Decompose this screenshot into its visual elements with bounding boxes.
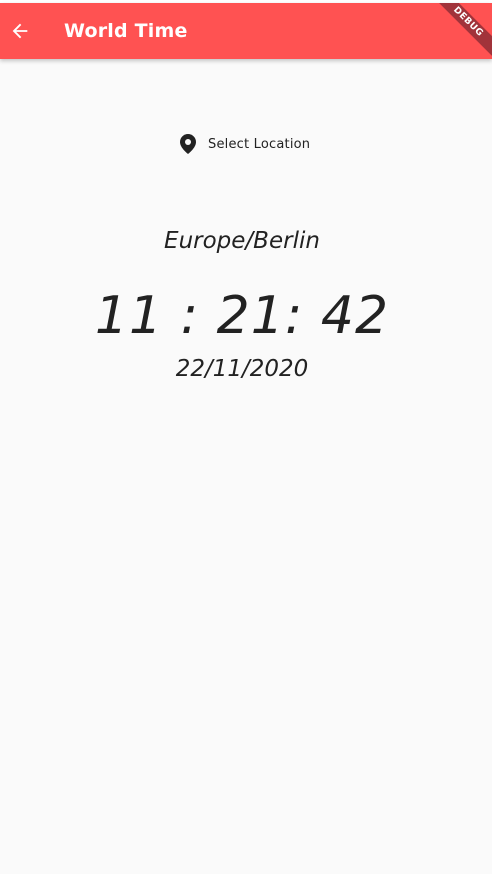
app-bar-title: World Time	[64, 20, 188, 42]
arrow-back-icon	[9, 20, 31, 42]
location-pin-icon	[180, 134, 208, 154]
time-display: 11 : 21: 42	[94, 286, 390, 346]
location-name: Europe/Berlin	[164, 228, 320, 254]
app-bar: World Time	[0, 3, 492, 59]
select-location-label: Select Location	[208, 136, 311, 152]
screen: World Time DEBUG Select Location Europe/…	[0, 0, 492, 874]
back-button[interactable]	[0, 11, 40, 51]
date-display: 22/11/2020	[175, 356, 309, 382]
debug-label: DEBUG	[429, 3, 492, 61]
select-location-button[interactable]: Select Location	[168, 128, 322, 160]
debug-banner: DEBUG	[428, 3, 492, 67]
